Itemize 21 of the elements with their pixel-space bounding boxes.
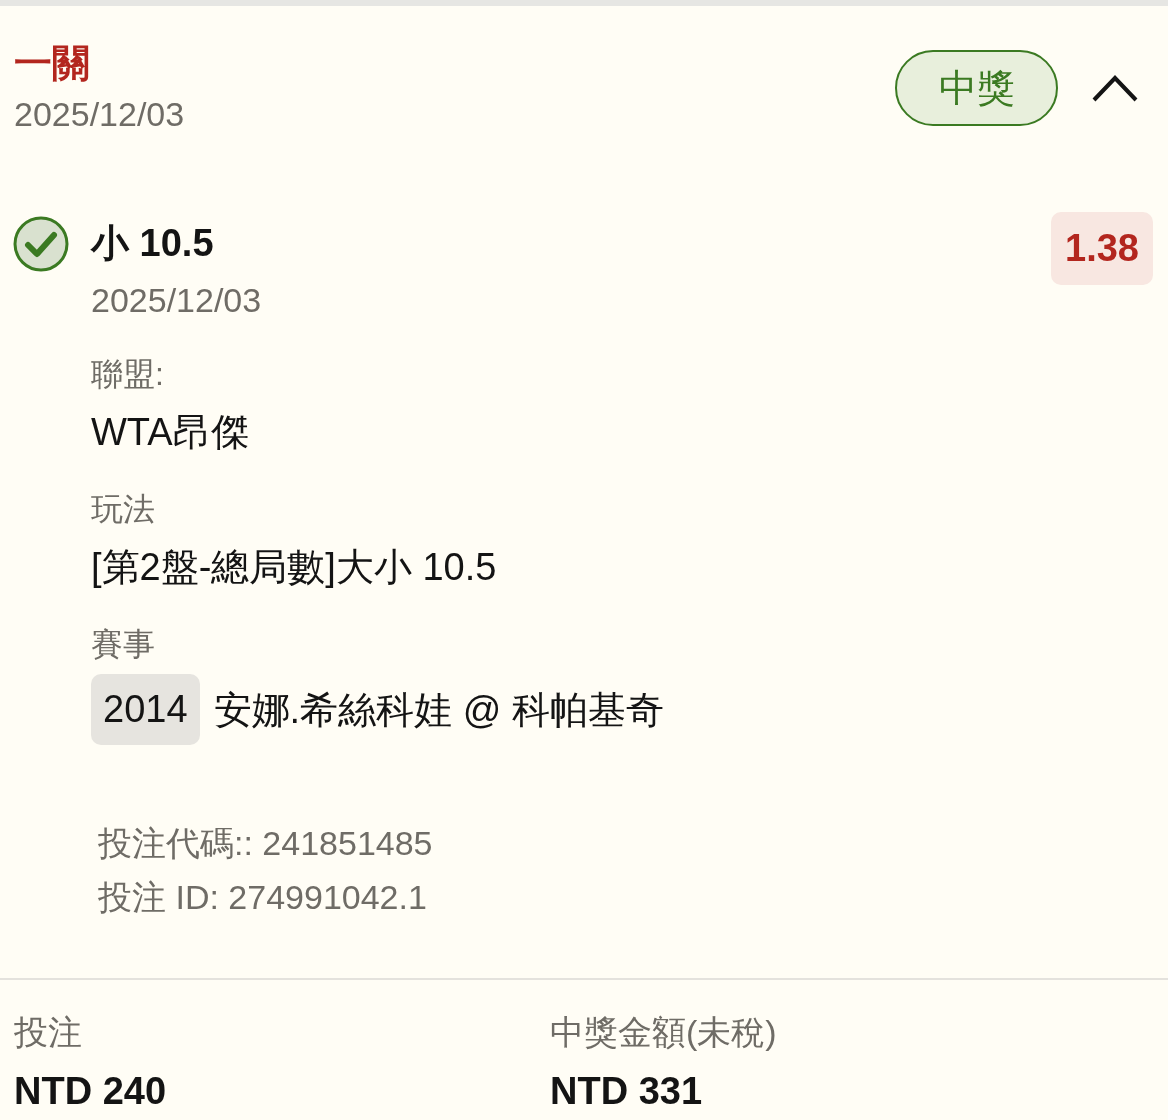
collapse-chevron-button[interactable]	[1092, 74, 1138, 102]
summary-label: 中獎金額(未稅)	[550, 1012, 777, 1053]
field-label: 聯盟:	[91, 355, 164, 394]
event-code-tag: 2014	[91, 674, 200, 745]
summary-amount: NTD 240	[14, 1069, 167, 1114]
field-label: 賽事	[91, 625, 155, 664]
event-name: 安娜.希絲科娃 @ 科帕基奇	[213, 687, 664, 733]
odds-badge: 1.38	[1051, 212, 1153, 285]
selection-pick: 小 10.5	[91, 221, 214, 266]
summary-label: 投注	[14, 1012, 82, 1053]
field-value: WTA昂傑	[91, 410, 249, 455]
summary-amount: NTD 331	[550, 1069, 703, 1114]
field-value: [第2盤-總局數]大小 10.5	[91, 545, 497, 590]
bet-type-title: 一關	[14, 41, 90, 86]
selection-date: 2025/12/03	[91, 280, 262, 321]
field-label: 玩法	[91, 490, 155, 529]
status-badge: 中獎	[895, 50, 1058, 126]
bet-reference-text: 投注代碼:: 241851485	[98, 823, 433, 864]
bet-date: 2025/12/03	[14, 94, 185, 135]
check-circle-icon	[13, 216, 69, 272]
bet-reference-text: 投注 ID: 274991042.1	[98, 877, 427, 918]
